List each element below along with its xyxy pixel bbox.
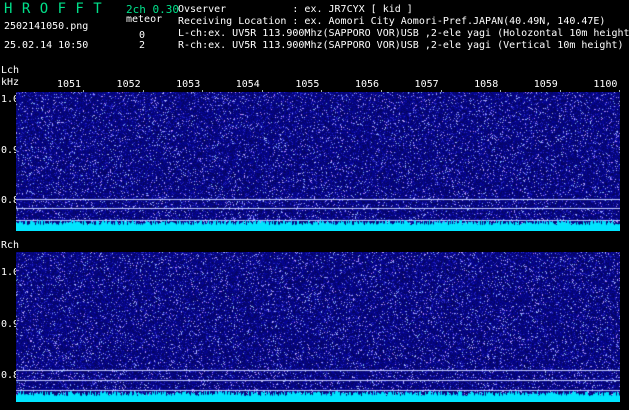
time-tick-label: 1054 (235, 79, 260, 90)
rch-label: Rch (1, 240, 20, 251)
lch-waterfall-canvas (16, 92, 620, 231)
time-tick-label: 1052 (116, 79, 141, 90)
time-tick-label: 1059 (533, 79, 558, 90)
datetime-label: 25.02.14 10:50 (4, 40, 89, 51)
time-tick-label: 1055 (295, 79, 320, 90)
lch-waterfall (16, 92, 620, 231)
location-info: Receiving Location : ex. Aomori City Aom… (178, 16, 606, 27)
time-tick-label: 1053 (176, 79, 201, 90)
time-tick-label: 1100 (593, 79, 618, 90)
time-tick-label: 1056 (354, 79, 380, 90)
rch-meteor-count: 2 (139, 40, 146, 51)
app-title: H R O F F T (4, 1, 103, 17)
time-tick-label: 1058 (474, 79, 499, 90)
rch-waterfall-canvas (16, 252, 620, 402)
rch-info: R-ch:ex. UV5R 113.900Mhz(SAPPORO VOR)USB… (178, 40, 624, 51)
observer-info: Ovserver : ex. JR7CYX [ kid ] (178, 4, 413, 15)
time-tick-label: 1051 (56, 79, 82, 90)
rch-waterfall (16, 252, 620, 402)
filename-label: 2502141050.png (4, 21, 89, 32)
lch-label: Lch (1, 65, 20, 76)
lch-unit: kHz (1, 77, 20, 88)
meteor-label: meteor (126, 14, 163, 25)
lch-info: L-ch:ex. UV5R 113.900Mhz(SAPPORO VOR)USB… (178, 28, 629, 39)
time-tick-label: 1057 (414, 79, 439, 90)
